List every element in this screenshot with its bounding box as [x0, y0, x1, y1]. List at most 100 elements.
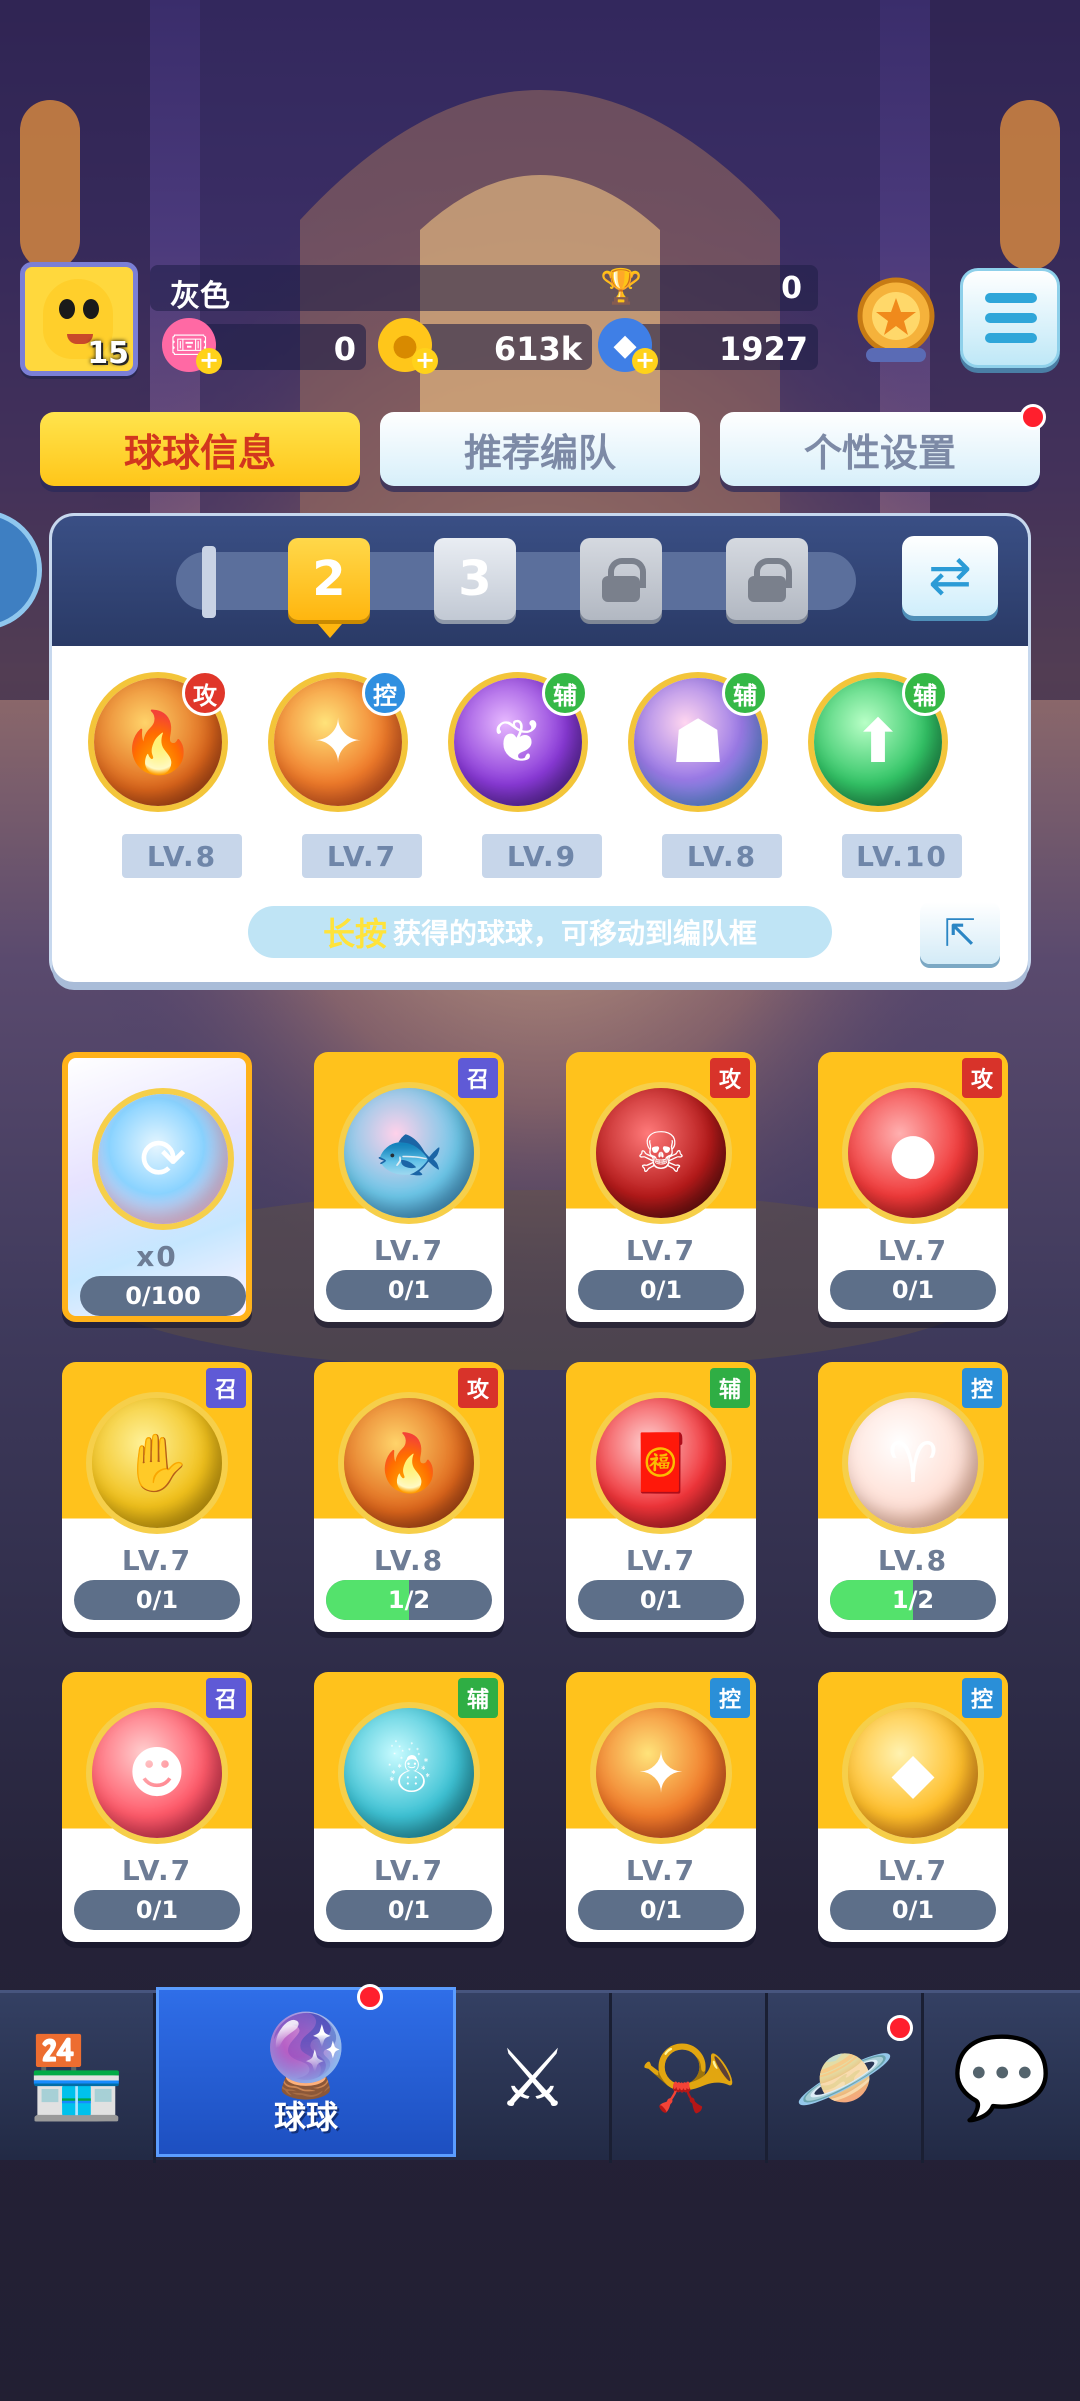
- ball-card-special[interactable]: ⟳ x0 0/100: [62, 1052, 252, 1322]
- team-member-5[interactable]: ⬆ 辅: [802, 666, 952, 816]
- nav-social[interactable]: 💬: [924, 1993, 1080, 2163]
- ball-card[interactable]: ◆ 控 LV.7 0/1: [818, 1672, 1008, 1942]
- coin-currency[interactable]: ● + 613k: [378, 318, 592, 374]
- player-avatar[interactable]: 15: [20, 262, 138, 376]
- ball-card[interactable]: ✦ 控 LV.7 0/1: [566, 1672, 756, 1942]
- team-member-4[interactable]: ☗ 辅: [622, 666, 772, 816]
- player-name-bar: 灰色 🏆 0: [150, 265, 818, 314]
- add-gem-icon[interactable]: +: [632, 348, 658, 374]
- share-button[interactable]: ⇱: [920, 902, 1000, 964]
- add-coin-icon[interactable]: +: [412, 348, 438, 374]
- upgrade-progress-bar: 0/1: [578, 1270, 744, 1310]
- upgrade-progress-bar: 0/1: [830, 1890, 996, 1930]
- upgrade-progress-bar: 0/100: [80, 1276, 246, 1316]
- upgrade-progress-bar: 0/1: [326, 1890, 492, 1930]
- ball-orb: ◆: [848, 1708, 978, 1838]
- menu-line-icon: [985, 293, 1037, 303]
- rank-badge-icon[interactable]: [846, 272, 946, 368]
- ball-orb: ☃: [344, 1708, 474, 1838]
- role-badge: 辅: [458, 1678, 498, 1718]
- hand-icon: ✋: [122, 1431, 192, 1496]
- progress-text: 0/1: [639, 1276, 683, 1304]
- team-member-3[interactable]: ❦ 辅: [442, 666, 592, 816]
- ball-card[interactable]: ☃ 辅 LV.7 0/1: [314, 1672, 504, 1942]
- lock-icon: [602, 558, 646, 602]
- ticket-count: 0: [333, 330, 356, 368]
- planet-icon: 🪐: [794, 2031, 895, 2124]
- ball-card[interactable]: ♈ 控 LV.8 1/2: [818, 1362, 1008, 1632]
- settings-notification-dot: [1020, 404, 1046, 430]
- role-badge: 攻: [458, 1368, 498, 1408]
- team-slot-3[interactable]: 3: [434, 538, 516, 620]
- teal-spirit-icon: ☃: [383, 1740, 435, 1806]
- ball-level: LV.8: [877, 1544, 949, 1577]
- role-badge: 辅: [542, 670, 588, 716]
- ball-orb: ✋: [92, 1398, 222, 1528]
- ram-horns-icon: ♈: [887, 1430, 939, 1496]
- nav-whistle[interactable]: 📯: [612, 1993, 768, 2163]
- tab-ball-info[interactable]: 球球信息: [40, 412, 360, 486]
- tab-personal-settings[interactable]: 个性设置: [720, 412, 1040, 486]
- nav-planet[interactable]: 🪐: [768, 1993, 924, 2163]
- ball-card[interactable]: 🔥 攻 LV.8 1/2: [314, 1362, 504, 1632]
- upgrade-progress-bar: 0/1: [578, 1890, 744, 1930]
- ball-orb: ☠: [596, 1088, 726, 1218]
- nav-battle[interactable]: ⚔: [456, 1993, 612, 2163]
- menu-button[interactable]: [960, 268, 1060, 368]
- progress-text: 0/1: [891, 1276, 935, 1304]
- nav-shop[interactable]: 🏪: [0, 1993, 156, 2163]
- bottom-nav: 🏪 🔮 球球 ⚔ 📯 🪐 💬: [0, 1984, 1080, 2163]
- team-slot-5-locked[interactable]: [726, 538, 808, 620]
- add-ticket-icon[interactable]: +: [196, 348, 222, 374]
- venom-face-icon: ☠: [635, 1120, 687, 1186]
- ball-icon: 🔮: [256, 2009, 356, 2102]
- ticket-currency[interactable]: 🎟 + 0: [162, 318, 366, 374]
- team-member-level: LV.8: [122, 834, 242, 878]
- team-member-level: LV.10: [842, 834, 962, 878]
- gem-count: 1927: [718, 330, 808, 368]
- ball-card[interactable]: 🐟 召 LV.7 0/1: [314, 1052, 504, 1322]
- upgrade-progress-bar: 0/1: [74, 1580, 240, 1620]
- ball-orb: ●: [848, 1088, 978, 1218]
- side-panel-toggle[interactable]: [0, 510, 42, 630]
- ball-level: LV.7: [877, 1854, 949, 1887]
- hint-text: 获得的球球，可移动到编队框: [393, 917, 758, 950]
- role-badge: 控: [962, 1368, 1002, 1408]
- fire-bird-icon: 🔥: [374, 1431, 444, 1496]
- crossed-swords-icon: ⚔: [496, 2031, 569, 2125]
- team-member-2[interactable]: ✦ 控: [262, 666, 412, 816]
- tab-recommended-team[interactable]: 推荐编队: [380, 412, 700, 486]
- ball-card[interactable]: 🧧 辅 LV.7 0/1: [566, 1362, 756, 1632]
- gem-currency[interactable]: ◆ + 1927: [598, 318, 818, 374]
- role-badge: 控: [710, 1678, 750, 1718]
- ball-card[interactable]: ✋ 召 LV.7 0/1: [62, 1362, 252, 1632]
- upgrade-progress-bar: 1/2: [830, 1580, 996, 1620]
- ball-card[interactable]: ● 攻 LV.7 0/1: [818, 1052, 1008, 1322]
- team-slot-4-locked[interactable]: [580, 538, 662, 620]
- diamond-emblem-icon: ◆: [891, 1740, 935, 1806]
- team-member-1[interactable]: 🔥 攻: [82, 666, 232, 816]
- progress-text: 0/1: [891, 1896, 935, 1924]
- role-badge: 辅: [722, 670, 768, 716]
- nav-balls[interactable]: 🔮 球球: [156, 1984, 456, 2157]
- upgrade-progress-bar: 0/1: [578, 1580, 744, 1620]
- ball-level: LV.8: [373, 1544, 445, 1577]
- ball-card[interactable]: ☠ 攻 LV.7 0/1: [566, 1052, 756, 1322]
- swap-team-button[interactable]: ⇄: [902, 536, 998, 616]
- ball-orb: ♈: [848, 1398, 978, 1528]
- progress-text: 0/1: [387, 1896, 431, 1924]
- team-slot-2[interactable]: 2: [288, 538, 370, 638]
- team-member-level: LV.7: [302, 834, 422, 878]
- planet-notification-dot: [887, 2015, 913, 2041]
- progress-text: 0/1: [639, 1586, 683, 1614]
- player-level: 15: [87, 336, 129, 371]
- avatar-eye-left: [59, 299, 75, 319]
- fish-icon: 🐟: [374, 1121, 444, 1186]
- progress-text: 0/1: [135, 1896, 179, 1924]
- ball-card[interactable]: ☻ 召 LV.7 0/1: [62, 1672, 252, 1942]
- ball-count: x0: [136, 1240, 178, 1273]
- refresh-swirl-icon: ⟳: [139, 1126, 187, 1192]
- trophy-count: 0: [781, 271, 802, 306]
- lock-icon: [748, 558, 792, 602]
- team-slot-1[interactable]: [202, 546, 216, 618]
